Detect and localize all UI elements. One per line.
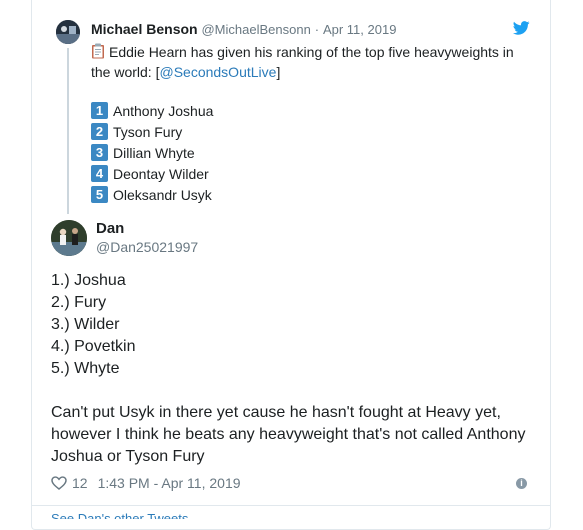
keycap-number-icon: 3 <box>91 144 108 161</box>
parent-tweet-date[interactable]: Apr 11, 2019 <box>323 22 396 37</box>
list-item: 5 Oleksandr Usyk <box>91 184 213 205</box>
keycap-number-icon: 1 <box>91 102 108 119</box>
ranking-name: Oleksandr Usyk <box>113 186 212 203</box>
tweet-line: 5.) Whyte <box>51 360 120 377</box>
heart-icon[interactable] <box>51 476 67 490</box>
list-item: 3 Dillian Whyte <box>91 142 213 163</box>
author-name[interactable]: Dan <box>96 219 124 239</box>
ranking-name: Dillian Whyte <box>113 144 195 161</box>
parent-tweet-body-end: ] <box>276 64 281 80</box>
tweet-line: 1.) Joshua <box>51 272 126 289</box>
parent-avatar[interactable] <box>56 20 80 44</box>
separator-dot: · <box>314 22 320 37</box>
parent-tweet-body: Eddie Hearn has given his ranking of the… <box>91 44 514 80</box>
ranking-list: 1 Anthony Joshua 2 Tyson Fury 3 Dillian … <box>91 100 213 205</box>
list-item: 2 Tyson Fury <box>91 121 213 142</box>
divider <box>31 505 551 506</box>
tweet-line: 2.) Fury <box>51 294 107 311</box>
tweet-line: 4.) Povetkin <box>51 338 136 355</box>
thread-connector-line <box>67 48 69 214</box>
tweet-footer: 12 1:43 PM - Apr 11, 2019 <box>51 474 241 492</box>
twitter-bird-icon[interactable] <box>513 21 530 35</box>
parent-author-handle[interactable]: @MichaelBensonn <box>201 22 310 37</box>
parent-tweet-header: Michael Benson @MichaelBensonn · Apr 11,… <box>91 20 396 39</box>
ranking-name: Anthony Joshua <box>113 102 214 119</box>
info-icon[interactable]: i <box>516 478 527 489</box>
ranking-name: Deontay Wilder <box>113 165 209 182</box>
parent-author-name[interactable]: Michael Benson <box>91 21 198 37</box>
tweet-timestamp[interactable]: 1:43 PM - Apr 11, 2019 <box>98 474 241 492</box>
see-more-link[interactable]: See Dan's other Tweets <box>51 510 188 519</box>
tweet-line: 3.) Wilder <box>51 316 120 333</box>
ranking-name: Tyson Fury <box>113 123 183 140</box>
like-count[interactable]: 12 <box>72 474 88 492</box>
keycap-number-icon: 5 <box>91 186 108 203</box>
parent-tweet-text: Eddie Hearn has given his ranking of the… <box>91 42 531 82</box>
list-item: 1 Anthony Joshua <box>91 100 213 121</box>
keycap-number-icon: 4 <box>91 165 108 182</box>
clipboard-icon <box>92 43 104 59</box>
tweet-line: Can't put Usyk in there yet cause he has… <box>51 404 501 421</box>
tweet-line: however I think he beats any heavyweight… <box>51 426 526 443</box>
tweet-line: Joshua or Tyson Fury <box>51 448 205 465</box>
keycap-number-icon: 2 <box>91 123 108 140</box>
avatar[interactable] <box>51 220 87 256</box>
author-handle[interactable]: @Dan25021997 <box>96 238 198 256</box>
tweet-text: 1.) Joshua 2.) Fury 3.) Wilder 4.) Povet… <box>51 270 541 468</box>
mention-link[interactable]: @SecondsOutLive <box>159 64 276 80</box>
list-item: 4 Deontay Wilder <box>91 163 213 184</box>
tweet-line-gap <box>51 380 541 402</box>
